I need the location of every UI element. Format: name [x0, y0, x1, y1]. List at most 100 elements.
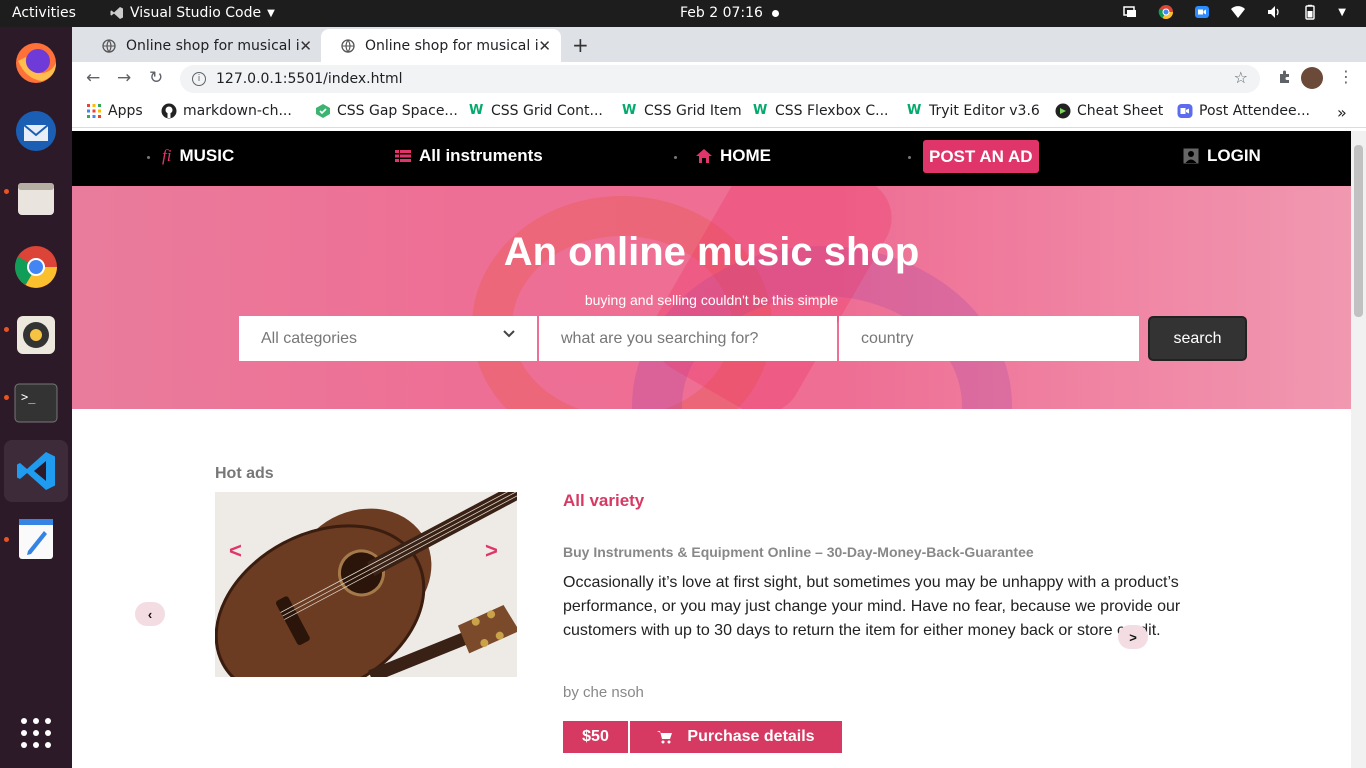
bookmark-label: Cheat Sheet: [1077, 103, 1164, 119]
bookmark-item[interactable]: W CSS Grid Cont...: [469, 103, 603, 119]
cheatsheet-icon: [1055, 103, 1071, 119]
carousel-next-button[interactable]: >: [1118, 625, 1148, 649]
back-icon[interactable]: ←: [86, 68, 100, 88]
bookmark-item[interactable]: CSS Gap Space...: [315, 103, 458, 119]
chrome-icon: [15, 246, 57, 288]
volume-icon[interactable]: [1266, 4, 1282, 20]
apps-grid-icon: [87, 104, 101, 118]
nav-label: HOME: [720, 146, 771, 165]
address-bar[interactable]: i 127.0.0.1:5501/index.html ☆: [180, 65, 1260, 93]
reload-icon[interactable]: ↻: [149, 68, 163, 88]
bookmark-item[interactable]: W Tryit Editor v3.6: [907, 103, 1040, 119]
chevron-down-icon[interactable]: ▼: [1338, 7, 1346, 18]
scrollbar-thumb[interactable]: [1354, 145, 1363, 317]
app-menu[interactable]: Visual Studio Code ▼: [110, 5, 275, 21]
chrome-tray-icon[interactable]: [1158, 4, 1174, 20]
dock-thunderbird[interactable]: [8, 103, 64, 159]
browser-tab-active[interactable]: Online shop for musical instruments ✕: [321, 29, 561, 62]
chevron-down-icon: [503, 330, 515, 338]
terminal-icon: >_: [14, 383, 58, 423]
bookmark-item[interactable]: Post Attendee...: [1177, 103, 1310, 119]
bookmark-item[interactable]: Cheat Sheet: [1055, 103, 1163, 119]
vscode-icon: [17, 452, 55, 490]
bookmark-item[interactable]: W CSS Grid Item: [622, 103, 742, 119]
image-prev-arrow[interactable]: <: [229, 538, 242, 564]
country-input[interactable]: country: [839, 316, 1139, 361]
hero-title: An online music shop: [503, 230, 920, 274]
close-tab-icon[interactable]: ✕: [538, 37, 551, 55]
bookmark-label: Apps: [108, 103, 143, 119]
category-selected-value: All categories: [261, 329, 358, 347]
category-select[interactable]: All categories: [239, 316, 537, 361]
forward-icon[interactable]: →: [117, 68, 131, 88]
dock-vscode[interactable]: [4, 440, 68, 502]
purchase-details-button[interactable]: Purchase details: [630, 721, 842, 753]
activities-button[interactable]: Activities: [12, 5, 76, 21]
site-info-icon[interactable]: i: [192, 72, 206, 86]
app-grid-icon: [21, 718, 51, 748]
bookmark-label: markdown-ch...: [183, 103, 292, 119]
dock-rhythmbox[interactable]: [8, 307, 64, 363]
firefox-icon: [16, 43, 56, 83]
notification-dot-icon: [772, 10, 779, 17]
user-icon: [1183, 148, 1199, 164]
dock-chrome[interactable]: [8, 239, 64, 295]
image-next-arrow[interactable]: >: [485, 538, 498, 564]
bookmark-item[interactable]: Apps: [86, 103, 143, 119]
thunderbird-icon: [16, 111, 56, 151]
brand-label: MUSIC: [179, 146, 235, 165]
vscode-small-icon: [110, 7, 123, 19]
bookmark-label: Post Attendee...: [1199, 103, 1311, 119]
zoom-tray-icon[interactable]: [1194, 4, 1210, 20]
dock-terminal[interactable]: >_: [8, 375, 64, 431]
carousel-prev-button[interactable]: ‹: [135, 602, 165, 626]
system-top-bar: Activities Visual Studio Code ▼ Feb 2 07…: [0, 0, 1366, 27]
close-tab-icon[interactable]: ✕: [299, 37, 312, 55]
ad-category-title: All variety: [563, 491, 645, 510]
product-image: < >: [215, 492, 517, 677]
nav-all-instruments[interactable]: All instruments: [395, 146, 543, 166]
wifi-icon[interactable]: [1230, 4, 1246, 20]
list-icon: [395, 150, 411, 162]
brand-link[interactable]: fi MUSIC: [162, 146, 234, 166]
dock-firefox[interactable]: [8, 35, 64, 91]
nav-label: LOGIN: [1207, 146, 1261, 165]
system-tray[interactable]: ▼: [1122, 4, 1346, 20]
extensions-puzzle-icon[interactable]: [1277, 69, 1293, 85]
screen-share-icon[interactable]: [1122, 4, 1138, 20]
price-tag: $50: [563, 721, 628, 753]
bookmark-item[interactable]: W CSS Flexbox C...: [753, 103, 888, 119]
brand-logo-icon: fi: [162, 146, 172, 165]
bookmark-star-icon[interactable]: ☆: [1234, 68, 1248, 87]
zoom-icon: [1177, 104, 1193, 118]
bookmark-label: Tryit Editor v3.6: [929, 103, 1040, 119]
dock-show-apps[interactable]: [8, 705, 64, 761]
section-heading: Hot ads: [215, 465, 274, 482]
browser-tab[interactable]: Online shop for musical instruments ✕: [82, 29, 322, 62]
hero-subtitle: buying and selling couldn't be this simp…: [584, 292, 839, 308]
browser-tab-strip: Online shop for musical instruments ✕ On…: [72, 27, 1366, 62]
url-text[interactable]: 127.0.0.1:5501/index.html: [216, 71, 403, 87]
globe-icon: [341, 38, 355, 53]
bookmark-item[interactable]: markdown-ch...: [161, 103, 292, 119]
rhythmbox-icon: [17, 316, 55, 354]
bookmark-label: CSS Gap Space...: [337, 103, 458, 119]
text-editor-icon: [19, 519, 53, 559]
page-scrollbar[interactable]: [1351, 131, 1366, 768]
search-input[interactable]: what are you searching for?: [539, 316, 837, 361]
more-menu-icon[interactable]: ⋮: [1338, 67, 1354, 86]
dock-files[interactable]: [8, 171, 64, 227]
search-button[interactable]: search: [1148, 316, 1247, 361]
dock-text-editor[interactable]: [8, 511, 64, 567]
post-ad-button[interactable]: POST AN AD: [923, 140, 1039, 173]
chevron-down-icon: ▼: [267, 7, 275, 19]
more-bookmarks-button[interactable]: »: [1337, 103, 1347, 122]
profile-avatar[interactable]: [1301, 67, 1323, 89]
nav-home[interactable]: HOME: [696, 146, 771, 166]
nav-bullet: [674, 156, 677, 159]
clock[interactable]: Feb 2 07:16: [680, 5, 763, 21]
battery-icon[interactable]: [1302, 4, 1318, 20]
css-gap-icon: [316, 104, 330, 118]
new-tab-button[interactable]: +: [572, 33, 589, 57]
nav-login[interactable]: LOGIN: [1183, 146, 1261, 166]
